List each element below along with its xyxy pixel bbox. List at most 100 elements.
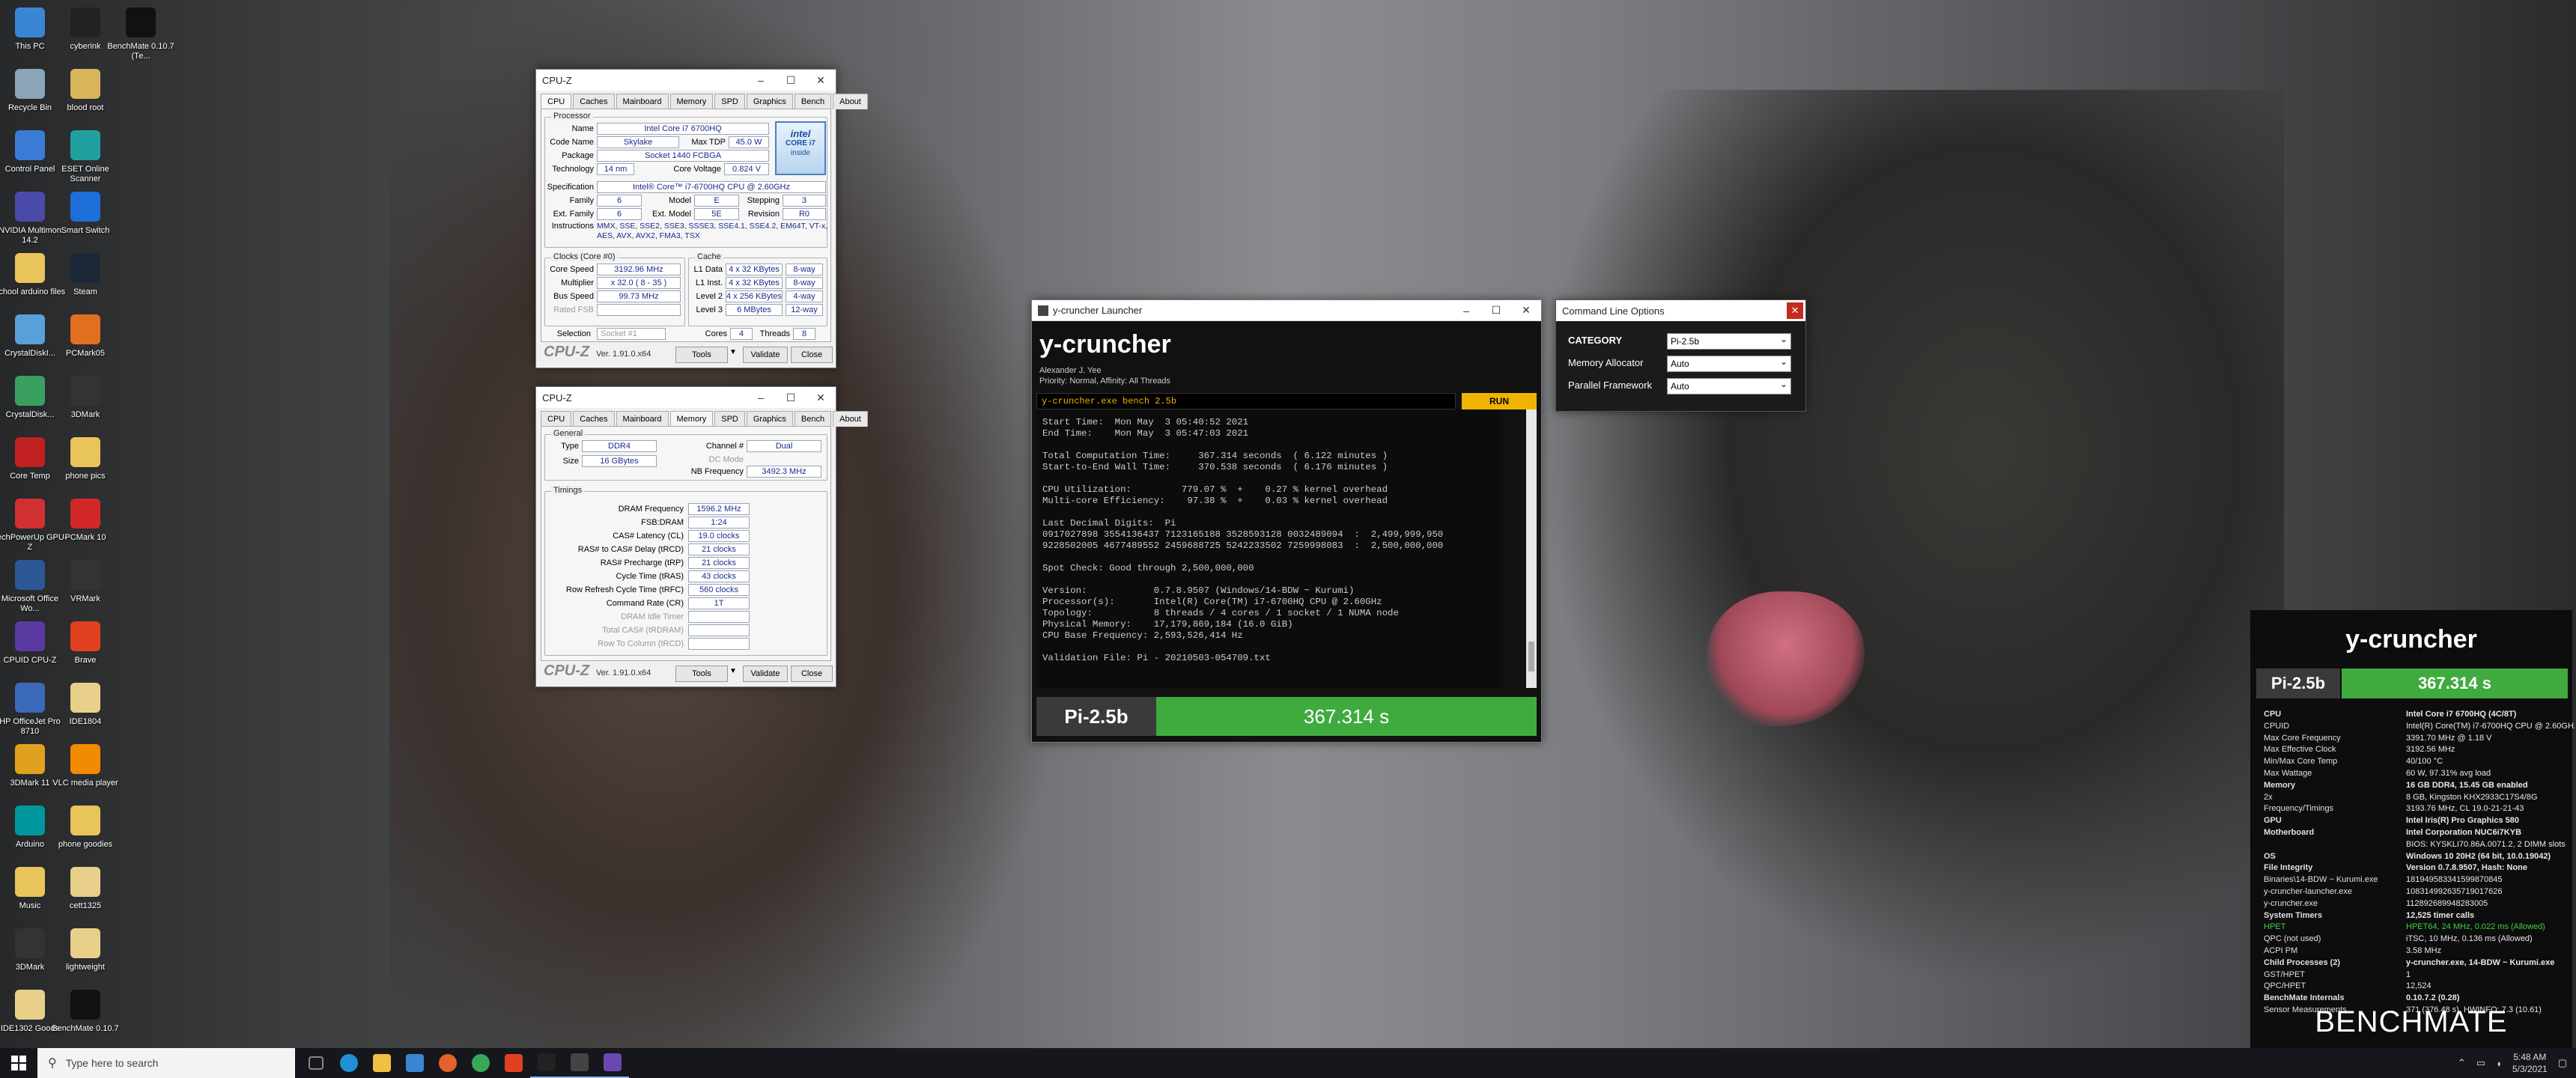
maximize-icon[interactable]: ☐ (776, 392, 806, 404)
maximize-icon[interactable]: ☐ (776, 74, 806, 87)
l1-data-label: L1 Data (693, 265, 723, 274)
taskbar-app-button[interactable] (300, 1048, 332, 1078)
benchmate-value: 3192.56 MHz (2406, 745, 2455, 755)
tab-graphics[interactable]: Graphics (746, 411, 793, 427)
tab-about[interactable]: About (833, 411, 868, 427)
tools-dropdown-icon[interactable]: ▼ (729, 348, 737, 356)
tab-memory[interactable]: Memory (669, 94, 714, 109)
word-icon (15, 560, 45, 590)
benchmate-value: 3.58 MHz (2406, 946, 2442, 955)
timing-value: 43 clocks (688, 570, 750, 582)
tab-about[interactable]: About (833, 94, 868, 109)
close-button[interactable]: Close (791, 347, 833, 363)
app-icon (70, 7, 100, 37)
output-line: Start Time: Mon May 3 05:40:52 2021 (1042, 417, 1249, 427)
notification-icon[interactable]: ▢ (2558, 1057, 2567, 1069)
benchmate-key: Min/Max Core Temp (2264, 757, 2338, 767)
tools-button[interactable]: Tools (675, 666, 728, 682)
tab-bench[interactable]: Bench (794, 411, 832, 427)
tab-caches[interactable]: Caches (573, 411, 615, 427)
clock[interactable]: 5:48 AM 5/3/2021 (2512, 1051, 2548, 1075)
benchmate-result-label: Pi-2.5b (2256, 669, 2340, 698)
option-dropdown[interactable]: Auto (1667, 377, 1791, 395)
tab-memory[interactable]: Memory (669, 411, 714, 427)
tab-spd[interactable]: SPD (714, 411, 745, 427)
option-label: CATEGORY (1568, 335, 1623, 346)
tray-chevron-icon[interactable]: ⌃ (2458, 1057, 2466, 1069)
taskbar-app-button[interactable] (398, 1048, 431, 1078)
taskbar-app-button[interactable] (530, 1048, 563, 1078)
logo-text: intel (790, 128, 811, 139)
search-box[interactable]: ⚲ Type here to search (37, 1048, 295, 1078)
taskbar-app-button[interactable] (365, 1048, 398, 1078)
validate-button[interactable]: Validate (743, 666, 788, 682)
minimize-icon[interactable]: – (746, 392, 776, 404)
threads-label: Threads (759, 329, 790, 338)
command-line-options-window[interactable]: Command Line Options ✕ CATEGORY Pi-2.5b Me… (1555, 299, 1806, 412)
start-button[interactable] (0, 1048, 37, 1078)
arduino-icon (15, 806, 45, 835)
validate-button[interactable]: Validate (743, 347, 788, 363)
taskbar-app-button[interactable] (464, 1048, 497, 1078)
timing-value: 1596.2 MHz (688, 503, 750, 515)
taskbar-app-button[interactable] (332, 1048, 365, 1078)
tab-cpu[interactable]: CPU (541, 411, 572, 427)
title-bar[interactable]: CPU-Z – ☐ ✕ (536, 70, 836, 91)
close-button[interactable]: Close (791, 666, 833, 682)
tools-dropdown-icon[interactable]: ▼ (729, 667, 737, 675)
bus-speed-value: 99.73 MHz (597, 290, 681, 302)
minimize-icon[interactable]: – (746, 74, 776, 86)
benchmate-value: 8 GB, Kingston KHX2933C17S4/8G (2406, 792, 2538, 802)
ycruncher-icon (604, 1053, 622, 1071)
ycruncher-app-icon (1038, 305, 1048, 316)
scrollbar-thumb[interactable] (1528, 642, 1534, 672)
title-bar[interactable]: CPU-Z – ☐ ✕ (536, 387, 836, 408)
close-icon[interactable]: ✕ (1787, 302, 1803, 319)
ycruncher-launcher-window[interactable]: y-cruncher Launcher – ☐ ✕ y-cruncher Ale… (1031, 299, 1542, 743)
cpuz-cpu-window[interactable]: CPU-Z – ☐ ✕ CPU Caches Mainboard Memory SPD G… (535, 69, 868, 368)
output-scrollbar[interactable] (1526, 409, 1537, 688)
tab-mainboard[interactable]: Mainboard (616, 411, 669, 427)
taskbar: ⚲ Type here to search ⌃ ▭ ◖ 5:48 AM 5/3/… (0, 1048, 2576, 1078)
network-icon[interactable]: ▭ (2476, 1057, 2485, 1069)
volume-icon[interactable]: ◖ (2496, 1058, 2502, 1069)
tab-spd[interactable]: SPD (714, 94, 745, 109)
taskbar-app-button[interactable] (431, 1048, 464, 1078)
timing-label: CAS# Latency (CL) (613, 532, 684, 540)
benchmate-value: 181949583341599870845 (2406, 875, 2503, 885)
selection-label: Selection (556, 329, 591, 338)
benchmate-row: Binaries\14-BDW ~ Kurumi.exe 181949583341… (2264, 874, 2571, 886)
command-input[interactable]: y-cruncher.exe bench 2.5b (1036, 393, 1456, 409)
minimize-icon[interactable]: – (1451, 305, 1481, 317)
taskbar-app-button[interactable] (596, 1048, 629, 1078)
cpuz-memory-window[interactable]: CPU-Z – ☐ ✕ CPU Caches Mainboard Memory SPD G… (535, 386, 868, 687)
benchmate-row: 2x 8 GB, Kingston KHX2933C17S4/8G (2264, 792, 2571, 804)
desktop-icon-label: Smart Switch (61, 226, 110, 235)
taskbar-app-button[interactable] (497, 1048, 530, 1078)
title-bar[interactable]: Command Line Options ✕ (1556, 300, 1805, 321)
selection-dropdown[interactable]: Socket #1 (597, 328, 666, 340)
benchmate-row: y-cruncher-launcher.exe 10831499263571901… (2264, 886, 2571, 898)
tab-cpu[interactable]: CPU (541, 94, 572, 109)
close-icon[interactable]: ✕ (806, 74, 836, 87)
tab-bench[interactable]: Bench (794, 94, 832, 109)
benchmate-row: GPU Intel Iris(R) Pro Graphics 580 (2264, 815, 2571, 827)
close-icon[interactable]: ✕ (806, 392, 836, 404)
benchmate-value: 40/100 °C (2406, 757, 2443, 767)
close-icon[interactable]: ✕ (1511, 304, 1541, 317)
tab-mainboard[interactable]: Mainboard (616, 94, 669, 109)
run-button[interactable]: RUN (1462, 393, 1537, 409)
benchmate-overlay: y-cruncher Pi-2.5b 367.314 s CPU Intel Co… (2250, 610, 2575, 1048)
tools-button[interactable]: Tools (675, 347, 728, 363)
option-dropdown[interactable]: Auto (1667, 354, 1791, 372)
tab-graphics[interactable]: Graphics (746, 94, 793, 109)
title-bar[interactable]: y-cruncher Launcher – ☐ ✕ (1032, 300, 1541, 321)
timing-label: RAS# Precharge (tRP) (600, 558, 684, 567)
option-dropdown[interactable]: Pi-2.5b (1667, 332, 1791, 350)
maximize-icon[interactable]: ☐ (1481, 304, 1511, 317)
tab-caches[interactable]: Caches (573, 94, 615, 109)
window-title: CPU-Z (542, 392, 572, 404)
benchmate-key: QPC (not used) (2264, 934, 2321, 944)
taskbar-app-button[interactable] (563, 1048, 596, 1078)
